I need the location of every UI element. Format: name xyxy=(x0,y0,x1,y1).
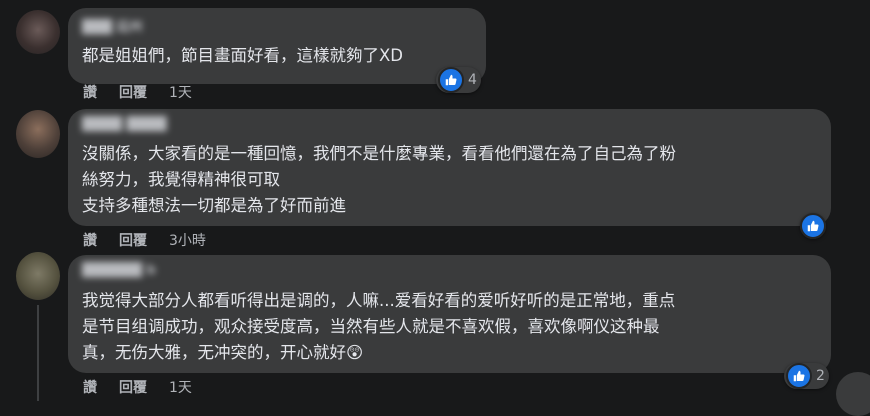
comment-line: 真，无伤大雅，无冲突的，开心就好😲 xyxy=(82,343,364,362)
avatar[interactable] xyxy=(16,10,60,54)
comment-actions: 讚 回覆 3小時 xyxy=(83,230,206,250)
comment-text: 沒關係，大家看的是一種回憶，我們不是什麼專業，看看他們還在為了自己為了粉 絲努力… xyxy=(82,141,676,219)
comment-bubble: ██████ b 我觉得大部分人都看听得出是调的，人嘛...爱看好看的爱听好听的… xyxy=(68,255,831,373)
comment-author[interactable]: ██████ b xyxy=(82,263,156,278)
comment-line: 我觉得大部分人都看听得出是调的，人嘛...爱看好看的爱听好听的是正常地，重点 xyxy=(82,291,676,310)
reply-link[interactable]: 回覆 xyxy=(119,82,147,102)
comment-line: 沒關係，大家看的是一種回憶，我們不是什麼專業，看看他們還在為了自己為了粉 xyxy=(82,144,676,163)
like-link[interactable]: 讚 xyxy=(83,377,97,397)
comment-author[interactable]: ████ ████ xyxy=(82,117,167,132)
reaction-summary[interactable] xyxy=(800,213,826,239)
like-link[interactable]: 讚 xyxy=(83,82,97,102)
comment-bubble: ████ ████ 沒關係，大家看的是一種回憶，我們不是什麼專業，看看他們還在為… xyxy=(68,109,831,226)
reaction-summary[interactable]: 2 xyxy=(784,363,829,389)
reply-link[interactable]: 回覆 xyxy=(119,230,147,250)
timestamp[interactable]: 3小時 xyxy=(169,230,206,250)
timestamp[interactable]: 1天 xyxy=(169,82,192,102)
comment-actions: 讚 回覆 1天 xyxy=(83,82,192,102)
thumbs-up-icon xyxy=(786,363,812,389)
thumbs-up-icon xyxy=(438,67,464,93)
comment-bubble: ███ 廷州 都是姐姐們，節目畫面好看，這樣就夠了XD xyxy=(68,8,486,84)
thumbs-up-icon xyxy=(800,213,826,239)
comment-line: 是节目组调成功，观众接受度高，当然有些人就是不喜欢假，喜欢像啊仪这种最 xyxy=(82,317,660,336)
timestamp[interactable]: 1天 xyxy=(169,377,192,397)
reaction-count: 2 xyxy=(816,368,825,384)
comment-author[interactable]: ███ 廷州 xyxy=(82,16,143,35)
comment-text: 我觉得大部分人都看听得出是调的，人嘛...爱看好看的爱听好听的是正常地，重点 是… xyxy=(82,288,675,366)
thread-line xyxy=(37,305,39,401)
reply-link[interactable]: 回覆 xyxy=(119,377,147,397)
comment-line: 支持多種想法一切都是為了好而前進 xyxy=(82,196,346,215)
reaction-summary[interactable]: 4 xyxy=(436,67,481,93)
comment-actions: 讚 回覆 1天 xyxy=(83,377,192,397)
floating-action-button[interactable] xyxy=(836,372,870,416)
comment-line: 絲努力，我覺得精神很可取 xyxy=(82,170,280,189)
avatar[interactable] xyxy=(16,110,60,158)
avatar[interactable] xyxy=(16,252,60,300)
like-link[interactable]: 讚 xyxy=(83,230,97,250)
reaction-count: 4 xyxy=(468,72,477,88)
comment-line: 都是姐姐們，節目畫面好看，這樣就夠了XD xyxy=(82,46,404,65)
comment-text: 都是姐姐們，節目畫面好看，這樣就夠了XD xyxy=(82,43,403,69)
